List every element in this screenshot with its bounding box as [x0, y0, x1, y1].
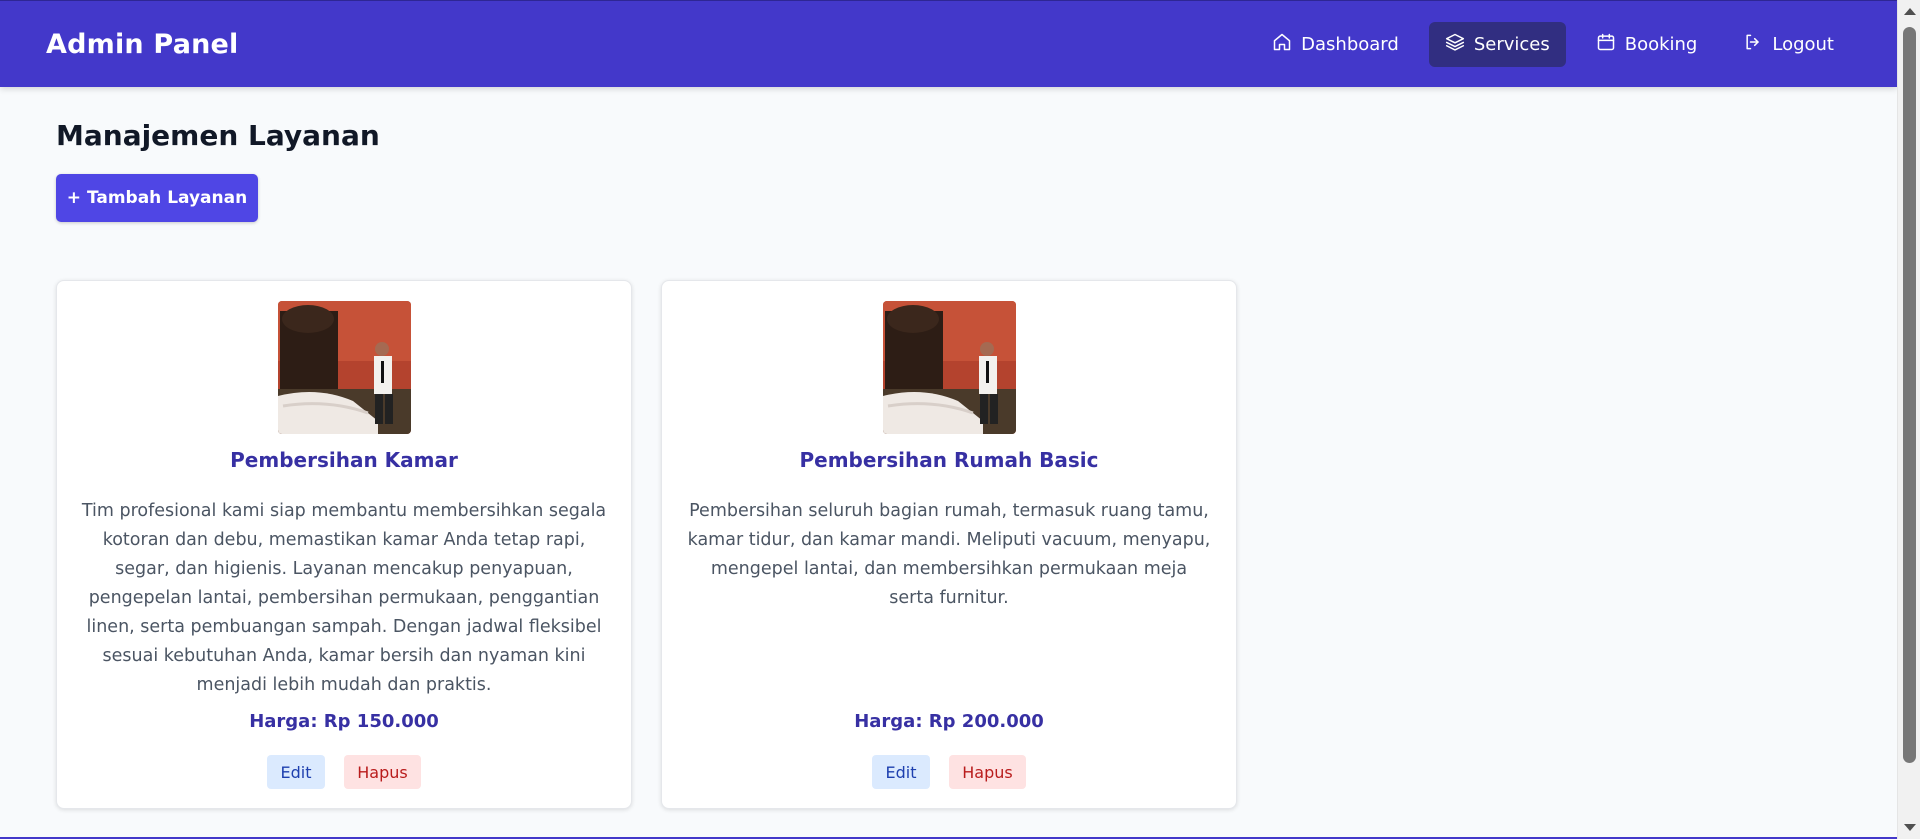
nav-label: Services — [1473, 34, 1550, 55]
service-description: Tim profesional kami siap membantu membe… — [81, 501, 607, 695]
home-icon — [1272, 32, 1292, 57]
nav-item-booking[interactable]: Booking — [1580, 22, 1714, 67]
calendar-icon — [1596, 32, 1616, 57]
logout-icon — [1743, 32, 1763, 57]
nav-label: Booking — [1624, 34, 1698, 55]
brand-title: Admin Panel — [46, 29, 239, 60]
card-actions: Edit Hapus — [662, 755, 1236, 789]
layers-icon — [1445, 32, 1465, 57]
service-image — [883, 301, 1016, 434]
nav-item-dashboard[interactable]: Dashboard — [1256, 22, 1415, 67]
nav-item-logout[interactable]: Logout — [1727, 22, 1850, 67]
service-title: Pembersihan Kamar — [230, 448, 458, 472]
scroll-thumb[interactable] — [1903, 27, 1916, 763]
nav-label: Logout — [1772, 34, 1834, 55]
nav-item-services[interactable]: Services — [1428, 22, 1566, 67]
service-title: Pembersihan Rumah Basic — [799, 448, 1099, 472]
main-nav: Dashboard Services Booking Logout — [1256, 22, 1850, 67]
service-price: Harga: Rp 150.000 — [249, 711, 439, 732]
service-price: Harga: Rp 200.000 — [854, 711, 1044, 732]
edit-button[interactable]: Edit — [267, 755, 325, 789]
top-navbar: Admin Panel Dashboard Services Booking L… — [0, 0, 1897, 87]
delete-button[interactable]: Hapus — [949, 755, 1026, 789]
page-title: Manajemen Layanan — [56, 119, 380, 152]
scroll-down-icon[interactable] — [1904, 824, 1916, 831]
card-actions: Edit Hapus — [57, 755, 631, 789]
service-card: Pembersihan Rumah Basic Pembersihan selu… — [661, 280, 1237, 809]
scroll-up-icon[interactable] — [1904, 8, 1916, 15]
nav-label: Dashboard — [1301, 34, 1399, 55]
vertical-scrollbar[interactable] — [1897, 0, 1920, 839]
add-service-button[interactable]: + Tambah Layanan — [56, 174, 258, 222]
service-card: Pembersihan Kamar Tim profesional kami s… — [56, 280, 632, 809]
service-image — [278, 301, 411, 434]
service-description: Pembersihan seluruh bagian rumah, termas… — [687, 501, 1211, 608]
delete-button[interactable]: Hapus — [344, 755, 421, 789]
edit-button[interactable]: Edit — [872, 755, 930, 789]
